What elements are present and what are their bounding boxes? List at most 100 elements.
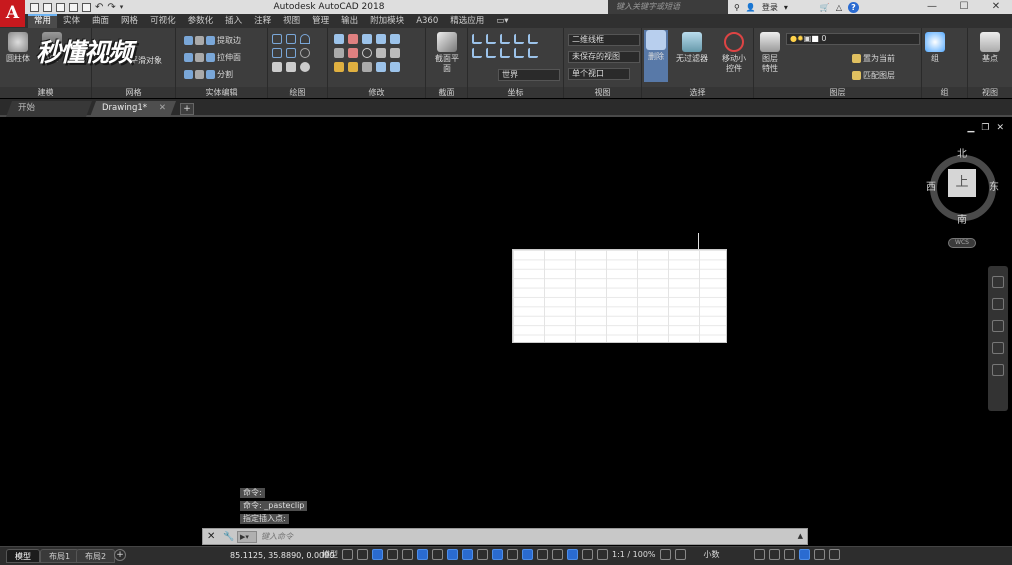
ribbon-tab[interactable]: 参数化 (182, 14, 220, 28)
quick-properties-icon[interactable] (753, 549, 765, 560)
gizmo-icon[interactable] (567, 549, 578, 560)
copy-icon[interactable] (362, 34, 372, 44)
command-input[interactable] (261, 530, 781, 543)
panel-title-solid-edit[interactable]: 实体编辑 (176, 87, 267, 98)
zoom-icon[interactable] (992, 320, 1004, 332)
extract-edges-button[interactable]: 提取边 (184, 34, 241, 46)
panel-title-modify[interactable]: 修改 (328, 87, 425, 98)
spline-icon[interactable] (272, 48, 282, 58)
minimize-button[interactable]: — (916, 0, 948, 14)
match-layer-button[interactable]: 匹配图层 (852, 69, 895, 81)
pasted-table-object[interactable] (512, 249, 727, 343)
extrude-faces-button[interactable]: 拉伸面 (184, 51, 241, 63)
dynamic-input-icon[interactable] (387, 549, 398, 560)
ucs-3point-icon[interactable] (500, 34, 510, 44)
ribbon-tab[interactable]: 可视化 (144, 14, 182, 28)
ribbon-tab-more-icon[interactable]: ▭▾ (490, 14, 514, 28)
panel-title-draw[interactable]: 绘图 (268, 87, 327, 98)
ribbon-tab[interactable]: 输出 (335, 14, 364, 28)
line-icon[interactable] (286, 34, 296, 44)
stretch-icon[interactable] (334, 62, 344, 72)
infer-constraints-icon[interactable] (372, 549, 383, 560)
trim-icon[interactable] (390, 34, 400, 44)
panel-title-coordinates[interactable]: 坐标 (468, 87, 563, 98)
ucs-z-icon[interactable] (514, 48, 524, 58)
ribbon-tab[interactable]: 视图 (277, 14, 306, 28)
base-point-button[interactable]: 基点 (974, 32, 1006, 64)
set-current-button[interactable]: 置为当前 (852, 52, 895, 64)
cart-icon[interactable]: 🛒 (820, 3, 830, 12)
pan-icon[interactable] (992, 298, 1004, 310)
layout-tab-layout2[interactable]: 布局2 (76, 549, 116, 563)
compass-west[interactable]: 西 (926, 178, 936, 193)
selection-cycling-icon[interactable] (507, 549, 518, 560)
ucs-y-icon[interactable] (500, 48, 510, 58)
customize-icon[interactable]: 🔧 (223, 531, 234, 543)
user-icon[interactable]: 👤 (746, 3, 756, 12)
no-filter-button[interactable]: 无过滤器 (674, 32, 710, 64)
workspace-icon[interactable] (659, 549, 671, 560)
tab-start[interactable]: 开始 (6, 101, 92, 117)
explode-icon[interactable] (348, 48, 358, 58)
panel-title-modeling[interactable]: 建模 (0, 87, 91, 98)
rotate-icon[interactable] (348, 34, 358, 44)
annotation-scale[interactable]: 1:1 / 100% (612, 550, 656, 559)
annotation-monitor-icon[interactable] (674, 549, 686, 560)
ribbon-tab[interactable]: 常用 (28, 14, 58, 28)
erase-icon[interactable] (348, 62, 358, 72)
scale-icon[interactable] (390, 48, 400, 58)
compass-north[interactable]: 北 (957, 145, 967, 160)
transparency-icon[interactable] (492, 549, 503, 560)
snap-icon[interactable] (357, 549, 368, 560)
close-command-line-icon[interactable]: ✕ (207, 531, 215, 543)
lock-ui-icon[interactable] (768, 549, 780, 560)
lineweight-icon[interactable] (477, 549, 488, 560)
layout-tab-model[interactable]: 模型 (6, 549, 40, 563)
object-snap-tracking-icon[interactable] (447, 549, 458, 560)
delete-button[interactable]: 删除 (644, 30, 668, 82)
close-button[interactable]: ✕ (980, 0, 1012, 14)
group-button[interactable]: 组 (924, 32, 946, 64)
model-space-button[interactable]: 模型 (322, 549, 338, 560)
ray-icon[interactable] (286, 48, 296, 58)
ribbon-tab[interactable]: 插入 (219, 14, 248, 28)
close-tab-icon[interactable]: ✕ (159, 101, 166, 116)
polyline-icon[interactable] (272, 34, 282, 44)
annotation-visibility-icon[interactable] (582, 549, 593, 560)
ribbon-tab[interactable]: 精选应用 (444, 14, 490, 28)
3d-osnap-icon[interactable] (522, 549, 533, 560)
viewport-dropdown[interactable]: 单个视口 (568, 68, 630, 80)
ribbon-tab[interactable]: 实体 (57, 14, 86, 28)
ucs-view-icon[interactable] (528, 34, 538, 44)
panel-title-groups[interactable]: 组 (922, 87, 967, 98)
fillet-icon[interactable] (334, 48, 344, 58)
dynamic-ucs-icon[interactable] (537, 549, 548, 560)
maximize-button[interactable]: ☐ (948, 0, 980, 14)
join-icon[interactable] (362, 62, 372, 72)
graphics-performance-icon[interactable] (798, 549, 810, 560)
layout-tab-layout1[interactable]: 布局1 (40, 549, 80, 563)
panel-title-section[interactable]: 截面 (426, 87, 467, 98)
a360-icon[interactable]: △ (836, 3, 842, 12)
customization-icon[interactable] (828, 549, 840, 560)
ucs-object-icon[interactable] (486, 48, 496, 58)
cylinder-button[interactable]: 圆柱体 (2, 32, 34, 64)
polar-tracking-icon[interactable] (417, 549, 428, 560)
compass-south[interactable]: 南 (957, 211, 967, 226)
ribbon-tab[interactable]: 附加模块 (364, 14, 410, 28)
offset-icon[interactable] (362, 48, 372, 58)
visual-style-dropdown[interactable]: 二维线框 (568, 34, 640, 46)
selection-filter-icon[interactable] (552, 549, 563, 560)
panel-title-layers[interactable]: 图层 (754, 87, 921, 98)
clean-screen-icon[interactable] (813, 549, 825, 560)
ribbon-tab[interactable]: 管理 (306, 14, 335, 28)
units-dropdown[interactable]: 小数 (704, 549, 750, 560)
orbit-icon[interactable] (992, 342, 1004, 354)
ellipse-icon[interactable] (300, 62, 310, 72)
search-input[interactable]: 键入关键字或短语 (608, 0, 728, 14)
application-menu-button[interactable]: A (0, 0, 25, 27)
arc-icon[interactable] (300, 34, 310, 44)
ribbon-tab[interactable]: 网格 (115, 14, 144, 28)
viewport-minimize-icon[interactable]: ▁ (967, 123, 974, 133)
ucs-zaxis-icon[interactable] (528, 48, 538, 58)
